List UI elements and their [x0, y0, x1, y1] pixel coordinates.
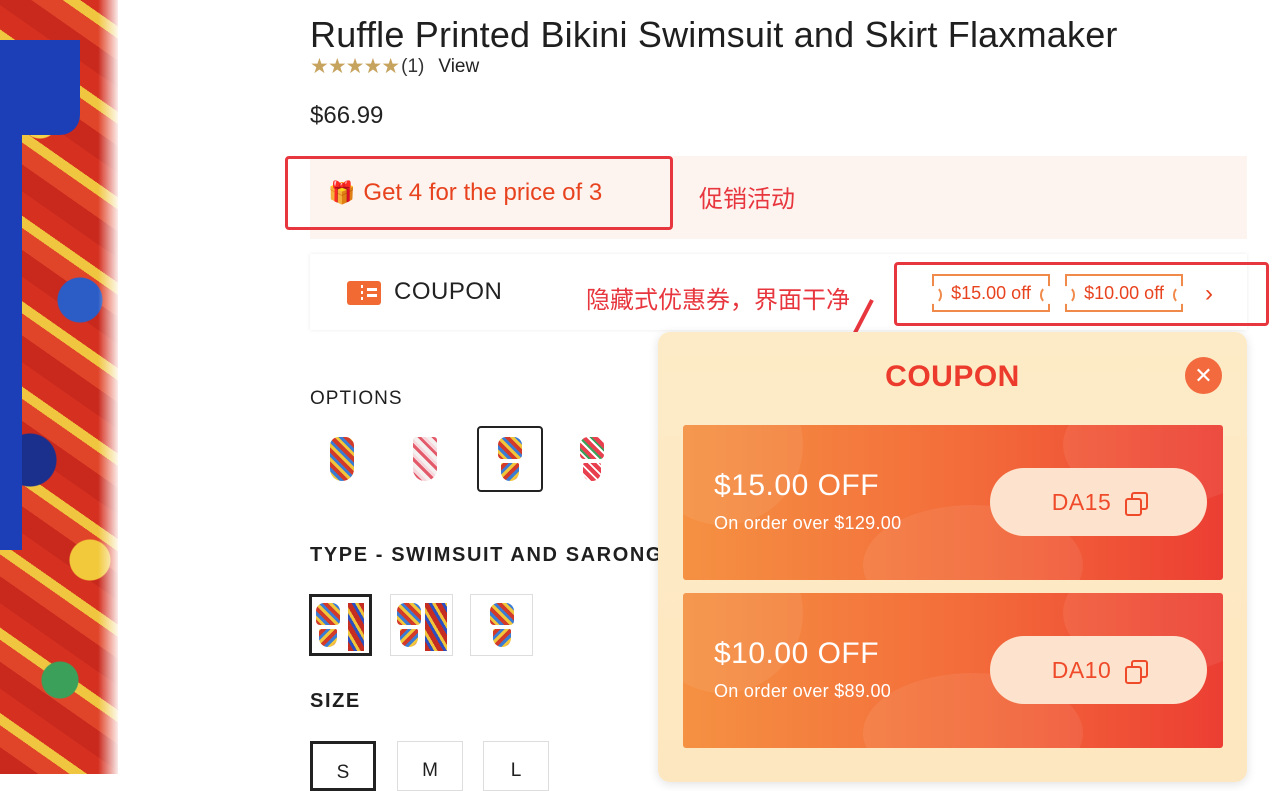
option-thumb[interactable] — [570, 428, 614, 490]
coupon-condition: On order over $129.00 — [714, 513, 902, 533]
coupon-annotation: 隐藏式优惠券，界面干净 — [586, 287, 850, 314]
option-thumb-selected[interactable] — [477, 426, 543, 492]
option-thumb[interactable] — [400, 428, 450, 490]
copy-icon — [1125, 660, 1149, 684]
size-option-l[interactable]: L — [483, 741, 549, 791]
coupon-chip[interactable]: $15.00 off — [926, 274, 1056, 312]
product-title: Ruffle Printed Bikini Swimsuit and Skirt… — [310, 14, 1118, 55]
review-count: (1) — [401, 55, 425, 77]
coupon-amount: $10.00 OFF — [714, 637, 880, 670]
view-reviews-link[interactable]: View — [438, 56, 479, 78]
coupon-popup: COUPON ✕ $15.00 OFF On order over $129.0… — [658, 332, 1247, 782]
coupon-label: COUPON — [394, 278, 503, 305]
close-icon[interactable]: ✕ — [1185, 357, 1222, 394]
type-thumb-selected[interactable] — [309, 594, 372, 656]
copy-code-button[interactable]: DA15 — [990, 468, 1207, 536]
coupon-chip[interactable]: $10.00 off — [1059, 274, 1189, 312]
coupon-condition: On order over $89.00 — [714, 681, 892, 701]
gift-icon: 🎁 — [328, 180, 356, 205]
promo-label: Get 4 for the price of 3 — [363, 179, 603, 206]
chevron-right-icon[interactable]: › — [1205, 280, 1213, 308]
product-image[interactable] — [0, 0, 118, 774]
coupon-card: $10.00 OFF On order over $89.00 DA10 — [683, 593, 1223, 748]
type-thumb[interactable] — [470, 594, 533, 656]
promo-offer[interactable]: 🎁 Get 4 for the price of 3 — [285, 156, 673, 230]
coupon-code: DA15 — [1051, 488, 1112, 515]
sash-decoration — [0, 40, 80, 135]
coupon-ticket-icon — [347, 281, 381, 305]
type-thumb[interactable] — [390, 594, 453, 656]
image-fade — [98, 0, 118, 774]
options-label: OPTIONS — [310, 388, 403, 409]
coupon-code: DA10 — [1051, 656, 1112, 683]
sash-tail-decoration — [0, 130, 22, 550]
product-price: $66.99 — [310, 102, 384, 129]
popup-title: COUPON — [885, 360, 1020, 393]
coupon-card: $15.00 OFF On order over $129.00 DA15 — [683, 425, 1223, 580]
type-label: TYPE - SWIMSUIT AND SARONG — [310, 544, 664, 566]
promo-annotation: 促销活动 — [699, 186, 795, 213]
copy-icon — [1125, 492, 1149, 516]
size-option-m[interactable]: M — [397, 741, 463, 791]
size-option-s[interactable]: S — [310, 741, 376, 791]
coupon-amount: $15.00 OFF — [714, 469, 880, 502]
size-label: SIZE — [310, 690, 361, 712]
rating: ★★★★★ (1) View — [310, 54, 479, 79]
star-rating-icon: ★★★★★ — [310, 55, 400, 78]
option-thumb[interactable] — [322, 428, 362, 490]
copy-code-button[interactable]: DA10 — [990, 636, 1207, 704]
